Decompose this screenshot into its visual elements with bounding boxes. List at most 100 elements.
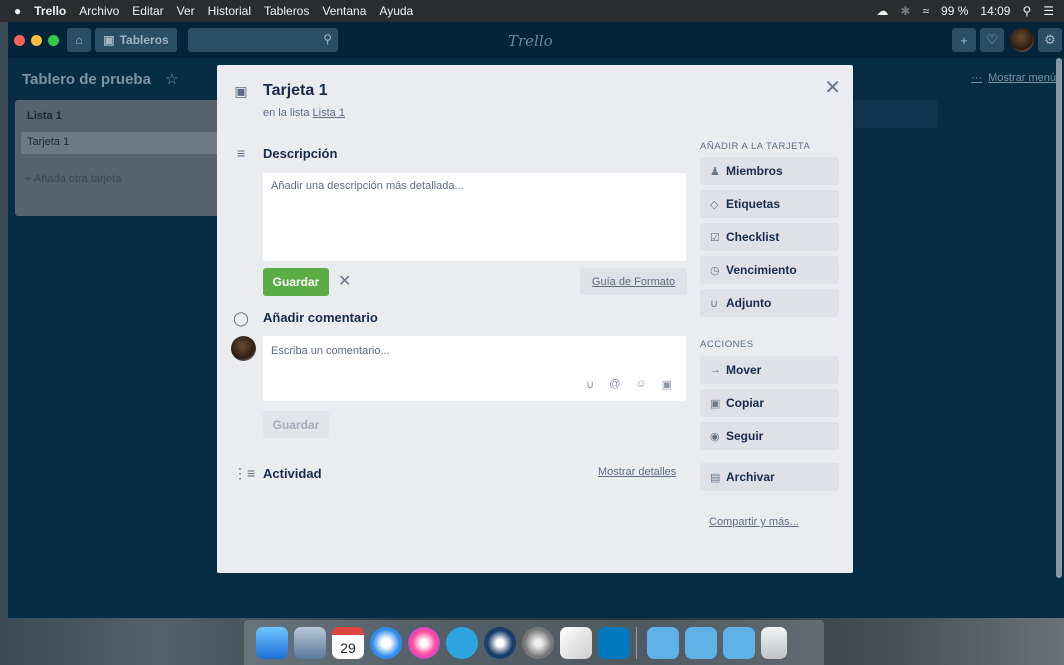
comment-textarea[interactable]: Escriba un comentario... ∪ @ ☺ ▣	[263, 336, 686, 401]
follow-label: Seguir	[726, 429, 764, 443]
board-title[interactable]: Tablero de prueba ☆	[22, 70, 179, 88]
close-window-button[interactable]	[14, 34, 25, 46]
window-controls	[14, 34, 65, 46]
save-description-button[interactable]: Guardar	[263, 268, 329, 296]
emoji-icon[interactable]: ☺	[635, 378, 646, 391]
arrow-right-icon: →	[710, 364, 721, 376]
gear-icon: ⚙	[1044, 32, 1056, 47]
menu-archivo[interactable]: Archivo	[79, 4, 119, 18]
show-menu-link[interactable]: ··· Mostrar menú	[971, 72, 1056, 84]
list-card[interactable]: Tarjeta 1	[21, 132, 221, 154]
copy-button[interactable]: ▣ Copiar	[700, 389, 839, 417]
itunes-icon[interactable]	[408, 626, 440, 659]
apple-menu-icon[interactable]: ●	[14, 4, 21, 18]
trello-dock-icon[interactable]	[598, 626, 630, 659]
add-list-placeholder[interactable]	[854, 100, 938, 128]
cancel-edit-icon[interactable]: ✕	[338, 271, 351, 291]
labels-button[interactable]: ◇ Etiquetas	[700, 190, 839, 218]
menu-editar[interactable]: Editar	[132, 4, 163, 18]
add-card-button[interactable]: + Añada otra tarjeta	[25, 173, 121, 185]
close-icon[interactable]: ✕	[824, 75, 841, 100]
calendar-icon[interactable]: 29	[332, 626, 364, 659]
steam-icon[interactable]	[484, 626, 516, 659]
textedit-icon[interactable]	[560, 626, 592, 659]
comment-icon: ◯	[233, 310, 249, 326]
macos-dock: 29	[244, 620, 824, 665]
mention-icon[interactable]: @	[609, 378, 620, 391]
boards-button[interactable]: ▣ Tableros	[95, 28, 177, 52]
trash-icon[interactable]	[761, 626, 787, 659]
share-link[interactable]: Compartir y más...	[709, 516, 799, 528]
plus-icon: +	[960, 32, 968, 48]
home-button[interactable]: ⌂	[67, 28, 91, 52]
card-icon: ▣	[234, 83, 248, 99]
clock[interactable]: 14:09	[980, 4, 1010, 18]
star-icon[interactable]: ☆	[165, 71, 178, 88]
archive-label: Archivar	[726, 470, 775, 484]
comment-placeholder: Escriba un comentario...	[271, 345, 390, 357]
applications-folder-icon[interactable]	[647, 626, 679, 659]
card-title[interactable]: Tarjeta 1	[263, 82, 328, 100]
macos-menubar: ● Trello Archivo Editar Ver Historial Ta…	[0, 0, 1064, 22]
calendar-day: 29	[340, 639, 356, 656]
archive-button[interactable]: ▤ Archivar	[700, 463, 839, 491]
menu-ventana[interactable]: Ventana	[322, 4, 366, 18]
dock-separator	[636, 626, 637, 659]
list-title[interactable]: Lista 1	[27, 110, 62, 122]
boards-icon: ▣	[103, 33, 115, 47]
boards-label: Tableros	[119, 33, 169, 47]
attachment-button[interactable]: ∪ Adjunto	[700, 289, 839, 317]
zoom-window-button[interactable]	[48, 34, 59, 46]
battery-percent[interactable]: 99 %	[941, 4, 968, 18]
spotlight-icon[interactable]: ⚲	[1022, 4, 1031, 18]
description-heading: Descripción	[263, 146, 338, 161]
add-to-card-heading: AÑADIR A LA TARJETA	[700, 141, 811, 152]
bluetooth-icon[interactable]: ✱	[900, 4, 910, 18]
scrollbar[interactable]	[1056, 58, 1062, 578]
finder-icon[interactable]	[256, 626, 288, 659]
menu-ver[interactable]: Ver	[177, 4, 195, 18]
avatar[interactable]	[231, 336, 256, 361]
minimize-window-button[interactable]	[31, 34, 42, 46]
trello-logo[interactable]: Trello	[508, 32, 553, 50]
notification-center-icon[interactable]: ☰	[1043, 4, 1054, 18]
show-details-link[interactable]: Mostrar detalles	[598, 466, 676, 478]
move-button[interactable]: → Mover	[700, 356, 839, 384]
attachment-icon[interactable]: ∪	[586, 378, 594, 391]
copy-label: Copiar	[726, 396, 765, 410]
menu-tableros[interactable]: Tableros	[264, 4, 309, 18]
checklist-icon: ☑	[710, 231, 720, 244]
user-avatar[interactable]	[1010, 28, 1034, 52]
settings-button[interactable]: ⚙	[1038, 28, 1062, 52]
card-link-icon[interactable]: ▣	[662, 378, 672, 391]
search-icon: ⚲	[323, 32, 332, 46]
format-guide-button[interactable]: Guía de Formato	[580, 268, 687, 295]
documents-folder-icon[interactable]	[685, 626, 717, 659]
ellipsis-icon: ···	[971, 72, 983, 84]
save-comment-button[interactable]: Guardar	[263, 411, 329, 438]
wifi-icon[interactable]: ≈	[922, 4, 929, 18]
downloads-folder-icon[interactable]	[723, 626, 755, 659]
description-textarea[interactable]: Añadir una descripción más detallada...	[263, 173, 686, 261]
add-button[interactable]: +	[952, 28, 976, 52]
checklist-button[interactable]: ☑ Checklist	[700, 223, 839, 251]
app-menu[interactable]: Trello	[34, 4, 66, 18]
system-preferences-icon[interactable]	[522, 626, 554, 659]
paperclip-icon: ∪	[710, 297, 719, 310]
search-input[interactable]: ⚲	[188, 28, 338, 52]
activity-heading: Actividad	[263, 466, 322, 481]
menu-ayuda[interactable]: Ayuda	[379, 4, 413, 18]
list-link[interactable]: Lista 1	[313, 107, 345, 119]
notifications-button[interactable]: ♡	[980, 28, 1004, 52]
member-icon: ♟	[710, 165, 720, 178]
preview-icon[interactable]	[294, 626, 326, 659]
in-list-prefix: en la lista	[263, 107, 310, 119]
telegram-icon[interactable]	[446, 626, 478, 659]
cloud-icon[interactable]: ☁	[876, 4, 888, 18]
list-column: Lista 1 Tarjeta 1 + Añada otra tarjeta	[15, 100, 227, 216]
menu-historial[interactable]: Historial	[208, 4, 251, 18]
safari-icon[interactable]	[370, 626, 402, 659]
members-button[interactable]: ♟ Miembros	[700, 157, 839, 185]
follow-button[interactable]: ◉ Seguir	[700, 422, 839, 450]
due-date-button[interactable]: ◷ Vencimiento	[700, 256, 839, 284]
